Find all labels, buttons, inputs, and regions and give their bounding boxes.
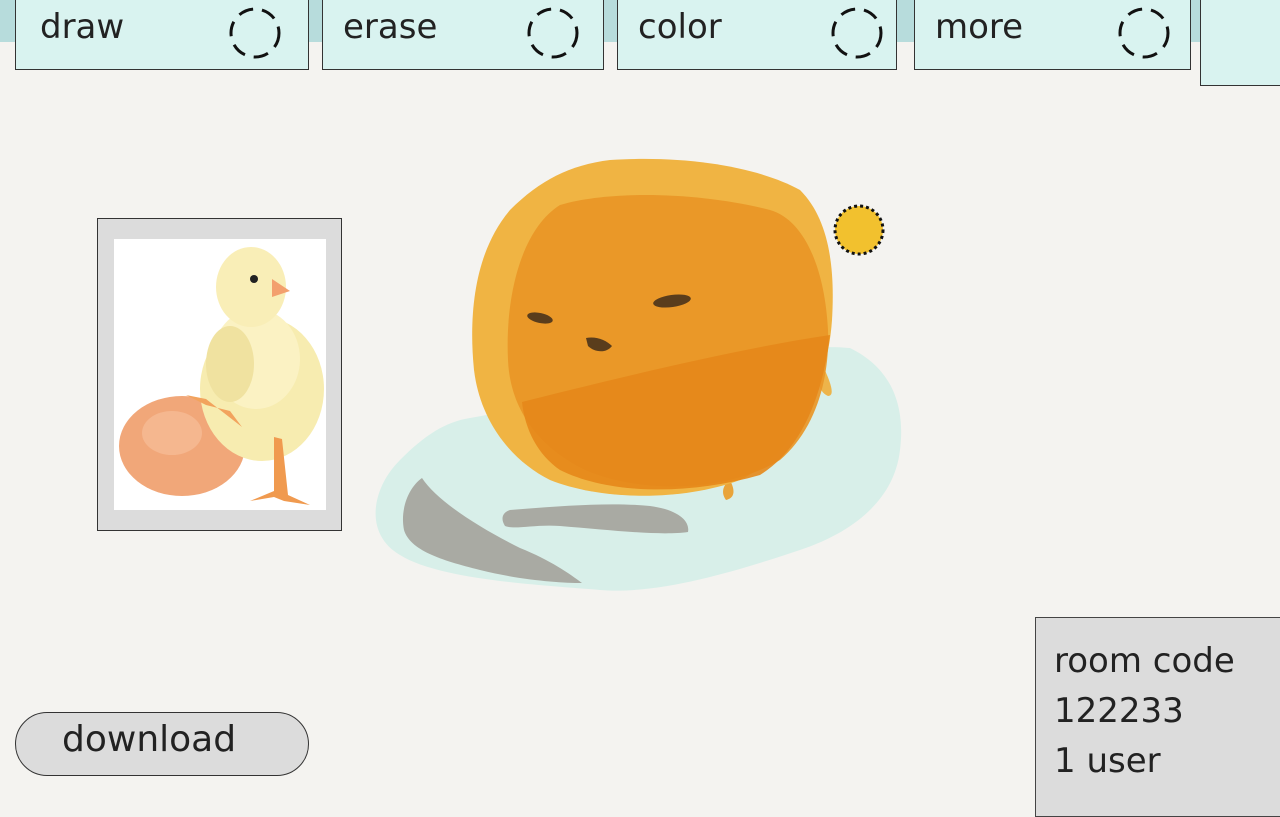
room-user-count: 1 user — [1054, 741, 1161, 781]
chick-and-egg-photo — [114, 239, 326, 510]
tab-extra[interactable] — [1200, 0, 1280, 86]
tab-erase-label: erase — [343, 7, 438, 47]
dashed-circle-icon — [1118, 7, 1170, 59]
reference-image-card[interactable] — [97, 218, 342, 531]
selected-color-indicator[interactable] — [833, 204, 885, 256]
tab-draw[interactable]: draw — [15, 0, 309, 70]
tab-draw-label: draw — [40, 7, 125, 47]
download-button[interactable]: download — [15, 712, 309, 776]
room-code-value: 122233 — [1054, 691, 1184, 731]
tab-color[interactable]: color — [617, 0, 897, 70]
dashed-circle-icon — [527, 7, 579, 59]
room-code-title: room code — [1054, 641, 1235, 681]
dashed-circle-icon — [831, 7, 883, 59]
tab-erase[interactable]: erase — [322, 0, 604, 70]
tab-more-label: more — [935, 7, 1024, 47]
tab-color-label: color — [638, 7, 722, 47]
room-info-panel: room code 122233 1 user — [1035, 617, 1280, 817]
dashed-circle-icon — [229, 7, 281, 59]
tab-more[interactable]: more — [914, 0, 1191, 70]
